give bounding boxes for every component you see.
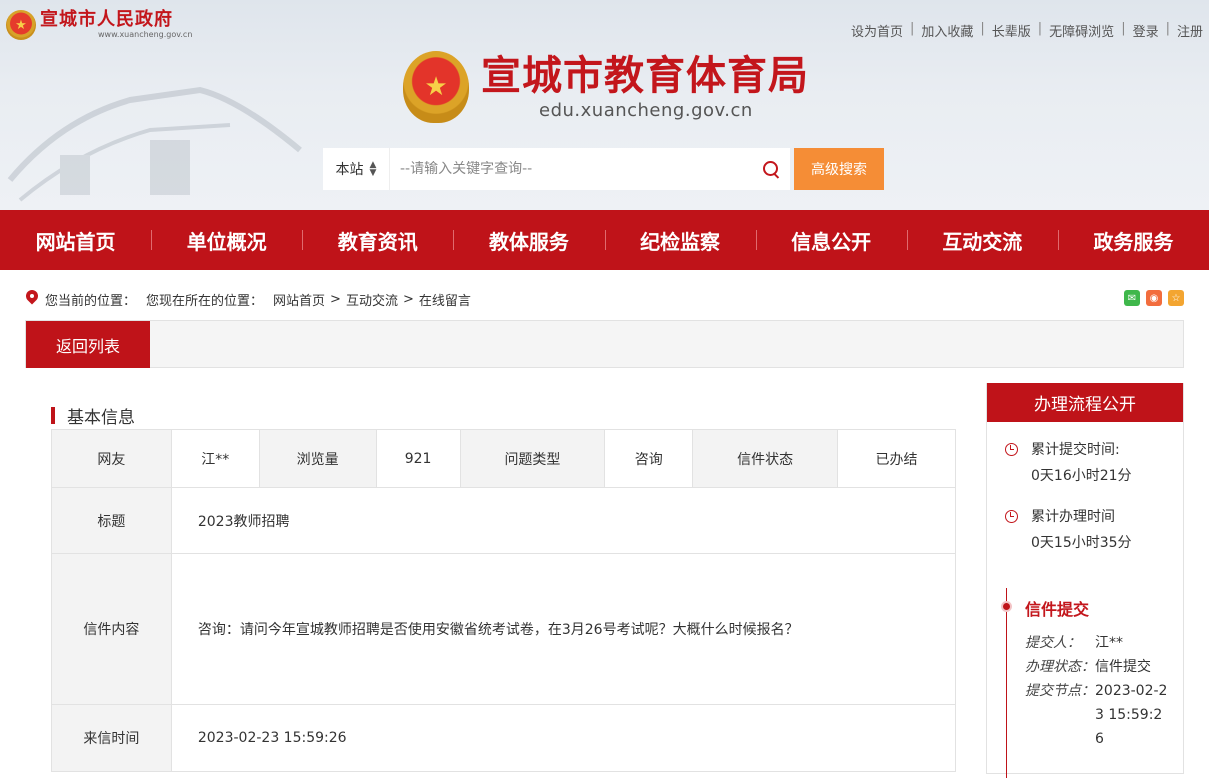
process-title: 办理流程公开	[987, 383, 1183, 422]
gov-name: 宣城市人民政府	[40, 9, 173, 30]
location-pin-icon	[25, 290, 39, 308]
search-input[interactable]	[400, 161, 762, 177]
handle-elapsed-label: 累计办理时间	[1031, 509, 1115, 525]
nav-services[interactable]: 教体服务	[453, 210, 604, 270]
nav-home[interactable]: 网站首页	[0, 210, 151, 270]
nav-interaction[interactable]: 互动交流	[906, 210, 1058, 270]
main-nav: 网站首页 单位概况 教育资讯 教体服务 纪检监察 信息公开 互动交流 政务服务	[0, 210, 1209, 270]
national-emblem-icon: ★	[403, 51, 469, 123]
table-row: 网友 江** 浏览量 921 问题类型 咨询 信件状态 已办结	[51, 429, 956, 488]
accessibility-link[interactable]: 无障碍浏览	[1049, 21, 1114, 40]
type-value: 咨询	[604, 429, 694, 488]
breadcrumb-interaction[interactable]: 互动交流	[346, 290, 398, 309]
timeline-dot	[1001, 601, 1012, 612]
breadcrumb-current-label: 您现在所在的位置：	[146, 293, 264, 309]
site-name: 宣城市教育体育局	[481, 53, 809, 99]
tab-bar: 返回列表	[25, 320, 1184, 368]
national-emblem-icon: ★	[6, 10, 36, 40]
table-row: 来信时间 2023-02-23 15:59:26	[51, 704, 957, 772]
time-label: 来信时间	[51, 704, 172, 772]
timeline-line	[1006, 588, 1007, 778]
search-bar: 本站 ▲▼ 高级搜索	[323, 148, 884, 190]
breadcrumb-message[interactable]: 在线留言	[419, 290, 471, 309]
updown-arrow-icon: ▲ ▼	[369, 160, 377, 178]
step-details: 提交人： 江** 办理状态： 信件提交 提交节点： 2023-02-23 15:…	[1025, 631, 1170, 751]
submit-elapsed-value: 0天16小时21分	[1031, 468, 1132, 484]
set-homepage-link[interactable]: 设为首页	[851, 21, 903, 40]
submit-elapsed-label: 累计提交时间:	[1031, 442, 1120, 458]
state-label: 办理状态：	[1025, 659, 1095, 675]
nav-disclosure[interactable]: 信息公开	[755, 210, 907, 270]
node-label: 提交节点：	[1025, 683, 1095, 699]
subject-label: 标题	[51, 487, 172, 554]
register-link[interactable]: 注册	[1177, 21, 1203, 40]
handle-elapsed-value: 0天15小时35分	[1031, 535, 1132, 551]
table-row: 信件内容 咨询：请问今年宣城教师招聘是否使用安徽省统考试卷，在3月26号考试呢？…	[51, 553, 957, 705]
views-value: 921	[375, 429, 461, 488]
elder-version-link[interactable]: 长辈版	[992, 21, 1031, 40]
share-icons: ✉ ◉ ☆	[1124, 290, 1184, 306]
site-url: edu.xuancheng.gov.cn	[539, 100, 753, 121]
login-link[interactable]: 登录	[1133, 21, 1159, 40]
status-value: 已办结	[837, 429, 956, 488]
views-label: 浏览量	[258, 429, 377, 488]
nav-about[interactable]: 单位概况	[151, 210, 302, 270]
process-panel: 办理流程公开 累计提交时间: 0天16小时21分 累计办理时间 0天15小时35…	[986, 383, 1184, 778]
state-value: 信件提交	[1095, 659, 1151, 675]
clock-icon	[1005, 443, 1018, 456]
user-value: 江**	[170, 429, 260, 488]
type-label: 问题类型	[459, 429, 606, 488]
content-label: 信件内容	[51, 553, 172, 705]
user-label: 网友	[51, 429, 172, 488]
clock-icon	[1005, 510, 1018, 523]
weibo-share-icon[interactable]: ◉	[1146, 290, 1162, 306]
architecture-decoration	[7, 86, 302, 202]
nav-news[interactable]: 教育资讯	[302, 210, 453, 270]
submitter-label: 提交人：	[1025, 635, 1081, 651]
advanced-search-button[interactable]: 高级搜索	[794, 148, 884, 190]
content-value: 咨询：请问今年宣城教师招聘是否使用安徽省统考试卷，在3月26号考试呢？大概什么时…	[170, 553, 957, 705]
submitter-value: 江**	[1095, 635, 1123, 651]
step-title: 信件提交	[1025, 600, 1090, 619]
back-to-list-button[interactable]: 返回列表	[26, 321, 150, 368]
site-header: ★ 宣城市人民政府 www.xuancheng.gov.cn 设为首页 | 加入收…	[0, 0, 1209, 210]
gov-url: www.xuancheng.gov.cn	[98, 30, 193, 39]
nav-gov-services[interactable]: 政务服务	[1057, 210, 1209, 270]
basic-info-table: 网友 江** 浏览量 921 问题类型 咨询 信件状态 已办结 标题 2023教…	[51, 429, 957, 772]
breadcrumb: 您当前的位置： 您现在所在的位置： 网站首页 > 互动交流 > 在线留言 ✉ ◉…	[25, 287, 1184, 311]
favorite-star-icon[interactable]: ☆	[1168, 290, 1184, 306]
gov-logo[interactable]: ★ 宣城市人民政府 www.xuancheng.gov.cn	[6, 10, 192, 40]
wechat-share-icon[interactable]: ✉	[1124, 290, 1140, 306]
site-logo[interactable]: ★ 宣城市教育体育局 edu.xuancheng.gov.cn	[403, 51, 809, 123]
add-favorite-link[interactable]: 加入收藏	[921, 21, 973, 40]
nav-discipline[interactable]: 纪检监察	[604, 210, 756, 270]
top-links: 设为首页 | 加入收藏 | 长辈版 | 无障碍浏览 | 登录 | 注册	[850, 21, 1203, 40]
search-scope-value: 本站	[335, 162, 364, 178]
status-label: 信件状态	[692, 429, 839, 488]
section-title: 基本信息	[51, 405, 135, 428]
subject-value: 2023教师招聘	[170, 487, 957, 554]
breadcrumb-prefix: 您当前的位置：	[45, 293, 137, 309]
table-row: 标题 2023教师招聘	[51, 487, 957, 554]
time-value: 2023-02-23 15:59:26	[170, 704, 957, 772]
breadcrumb-home[interactable]: 网站首页	[273, 290, 325, 309]
submit-elapsed: 累计提交时间: 0天16小时21分	[1005, 437, 1132, 489]
search-scope-select[interactable]: 本站 ▲ ▼	[323, 148, 390, 190]
node-value: 2023-02-23 15:59:26	[1095, 683, 1168, 747]
handle-elapsed: 累计办理时间 0天15小时35分	[1005, 504, 1132, 556]
search-icon[interactable]	[762, 160, 780, 178]
